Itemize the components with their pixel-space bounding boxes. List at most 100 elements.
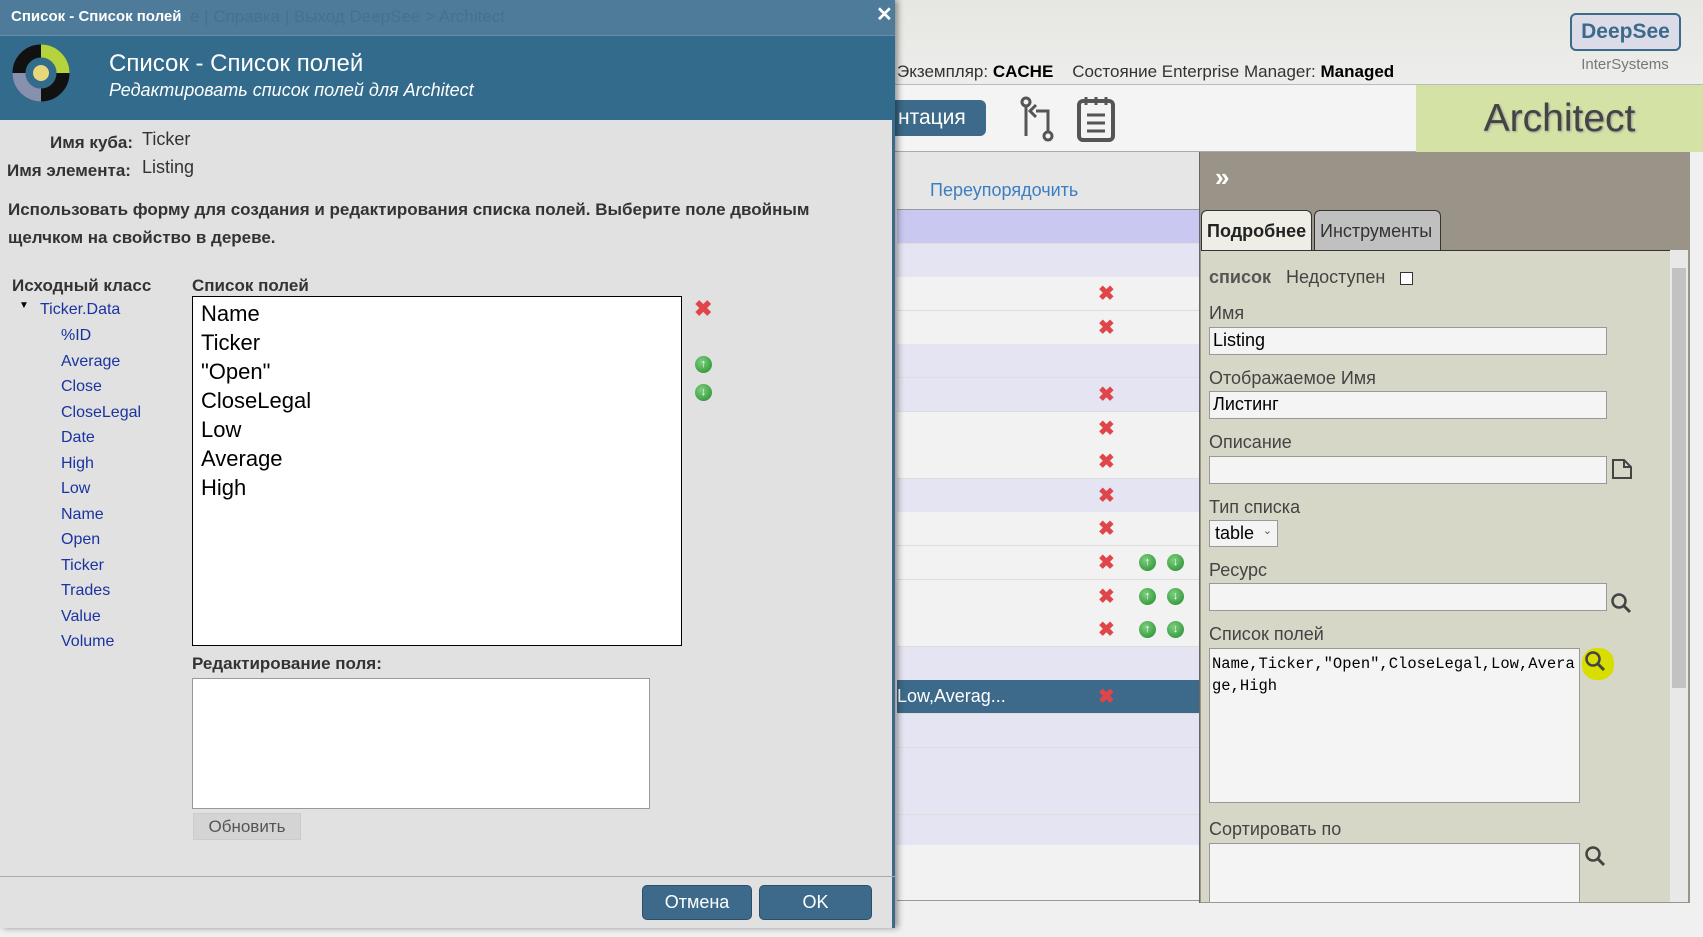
display-name-label: Отображаемое Имя	[1209, 368, 1376, 388]
move-up-icon[interactable]: ↑	[695, 356, 712, 373]
tree-root[interactable]: Ticker.Data	[40, 301, 120, 319]
move-up-icon[interactable]: ↑	[1139, 587, 1156, 605]
delete-icon[interactable]: ✖	[1098, 486, 1115, 506]
field-list-item[interactable]: Average	[201, 446, 283, 472]
tree-row[interactable]	[897, 646, 1199, 681]
tree-row[interactable]: ✖	[897, 478, 1199, 513]
expand-triangle-icon[interactable]: ▼	[19, 300, 29, 311]
tree-row[interactable]: ✖	[897, 310, 1199, 345]
background-menu-ghost: е | Справка | Выход DeepSee > Architect	[190, 7, 505, 26]
move-up-icon[interactable]: ↑	[1139, 621, 1156, 639]
field-list-search-icon[interactable]	[1584, 650, 1606, 672]
tree-row[interactable]: ✖ ↑ ↓	[897, 579, 1199, 614]
tree-item[interactable]: Close	[61, 378, 102, 396]
edit-field-textarea[interactable]	[192, 678, 650, 809]
cancel-button[interactable]: Отмена	[643, 886, 751, 919]
move-down-icon[interactable]: ↓	[1167, 587, 1184, 605]
tree-row[interactable]: ✖	[897, 277, 1199, 312]
cube-name-value: Ticker	[142, 129, 191, 149]
display-name-input[interactable]: Листинг	[1209, 391, 1607, 419]
element-type: список	[1209, 267, 1271, 287]
search-icon[interactable]	[1610, 592, 1632, 614]
field-list-item[interactable]: Low	[201, 417, 241, 443]
tree-row[interactable]	[897, 344, 1199, 379]
tree-item[interactable]: Value	[61, 608, 101, 626]
move-down-icon[interactable]: ↓	[695, 384, 712, 401]
tree-item[interactable]: Ticker	[61, 557, 104, 575]
tab-tools[interactable]: Инструменты	[1314, 210, 1441, 250]
delete-icon[interactable]: ✖	[1098, 284, 1115, 304]
delete-icon[interactable]: ✖	[1098, 687, 1115, 707]
list-type-label: Тип списка	[1209, 497, 1301, 517]
document-icon[interactable]	[1611, 458, 1633, 480]
field-list-item[interactable]: "Open"	[201, 359, 270, 385]
move-down-icon[interactable]: ↓	[1167, 621, 1184, 639]
element-name-label: Имя элемента:	[7, 161, 131, 180]
move-up-icon[interactable]: ↑	[1139, 554, 1156, 571]
delete-icon[interactable]: ✖	[1098, 553, 1115, 573]
tree-row[interactable]: ✖	[897, 512, 1199, 547]
tree-row[interactable]	[897, 814, 1199, 849]
description-input[interactable]	[1209, 456, 1607, 484]
close-icon[interactable]: ✕	[876, 2, 893, 27]
field-list-item[interactable]: CloseLegal	[201, 388, 311, 414]
field-list-textarea[interactable]: Name,Ticker,"Open",CloseLegal,Low,Averag…	[1209, 648, 1580, 803]
delete-icon[interactable]: ✖	[1098, 587, 1115, 607]
reorder-link[interactable]: Переупорядочить	[930, 180, 1078, 201]
app-title: Architect	[1416, 85, 1703, 152]
notepad-icon[interactable]	[1076, 95, 1116, 143]
tree-item[interactable]: Low	[61, 480, 90, 498]
collapse-panel-icon[interactable]: »	[1215, 162, 1229, 193]
field-list-box[interactable]: Name Ticker "Open" CloseLegal Low Average High	[192, 296, 682, 646]
delete-icon[interactable]: ✖	[1098, 519, 1115, 539]
tree-row[interactable]: ✖	[897, 378, 1199, 412]
move-down-icon[interactable]: ↓	[1167, 554, 1184, 571]
tree-item[interactable]: Open	[61, 531, 100, 549]
tree-item[interactable]: CloseLegal	[61, 404, 141, 422]
documentation-button[interactable]: нтация	[880, 100, 986, 136]
sort-textarea[interactable]	[1209, 843, 1580, 903]
compile-icon[interactable]	[1018, 95, 1058, 143]
name-input[interactable]: Listing	[1209, 327, 1607, 355]
tab-details[interactable]: Подробнее	[1201, 210, 1312, 250]
resource-input[interactable]	[1209, 583, 1607, 611]
tree-row[interactable]	[897, 210, 1199, 244]
tree-item[interactable]: %ID	[61, 327, 91, 345]
tree-row-selected[interactable]: Low,Averag... ✖	[897, 680, 1199, 715]
delete-icon[interactable]: ✖	[1098, 419, 1115, 439]
update-button[interactable]: Обновить	[193, 813, 301, 840]
tree-row[interactable]	[897, 243, 1199, 278]
sort-label: Сортировать по	[1209, 819, 1342, 839]
delete-icon[interactable]: ✖	[1098, 385, 1115, 405]
tree-row[interactable]	[897, 714, 1199, 748]
edit-field-label: Редактирование поля:	[192, 654, 382, 673]
delete-icon[interactable]: ✖	[1098, 318, 1115, 338]
list-type-select[interactable]: table ⌄	[1209, 520, 1278, 547]
tree-row[interactable]	[897, 781, 1199, 816]
tree-item[interactable]: Trades	[61, 582, 110, 600]
delete-icon[interactable]: ✖	[1098, 620, 1115, 640]
scrollbar-thumb[interactable]	[1672, 268, 1686, 688]
deepsee-logo[interactable]: DeepSee	[1570, 13, 1681, 51]
field-list-item[interactable]: Name	[201, 301, 260, 327]
field-list-item[interactable]: Ticker	[201, 330, 260, 356]
tree-row[interactable]: ✖ ↑ ↓	[897, 613, 1199, 648]
tree-item[interactable]: Average	[61, 353, 120, 371]
tree-item[interactable]: High	[61, 455, 94, 473]
sort-search-icon[interactable]	[1584, 845, 1606, 867]
field-list-label: Список полей	[1209, 624, 1324, 644]
tree-item[interactable]: Volume	[61, 633, 114, 651]
tree-row[interactable]: ✖	[897, 411, 1199, 446]
disabled-checkbox[interactable]	[1400, 272, 1413, 285]
tree-row[interactable]: ✖ ↑ ↓	[897, 546, 1199, 580]
tree-item[interactable]: Date	[61, 429, 95, 447]
tree-row[interactable]	[897, 747, 1199, 782]
field-list-item[interactable]: High	[201, 475, 246, 501]
tree-footer	[897, 845, 1199, 901]
delete-field-icon[interactable]: ✖	[694, 296, 712, 322]
delete-icon[interactable]: ✖	[1098, 452, 1115, 472]
tree-item[interactable]: Name	[61, 506, 104, 524]
tree-row[interactable]: ✖	[897, 445, 1199, 480]
disabled-label: Недоступен	[1286, 267, 1386, 287]
ok-button[interactable]: OK	[760, 886, 871, 919]
